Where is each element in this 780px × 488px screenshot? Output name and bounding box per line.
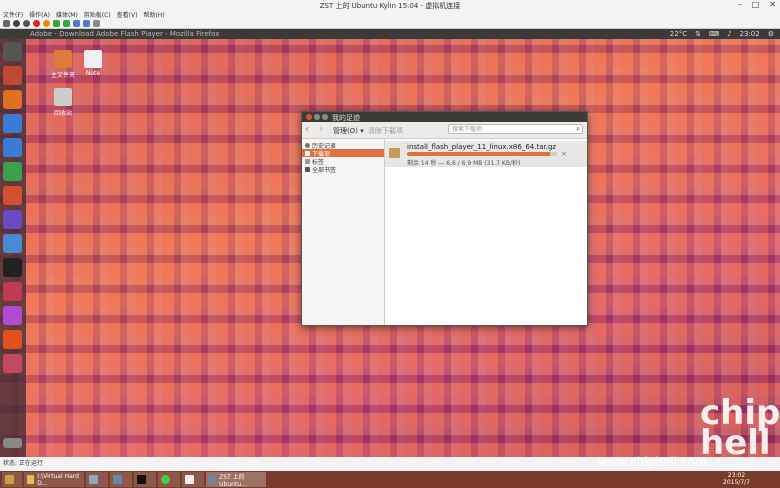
menu-view[interactable]: 查看(V)	[117, 10, 138, 19]
power-gear-icon[interactable]: ⚙	[768, 30, 774, 38]
volume-icon[interactable]: ♪	[727, 30, 731, 38]
manage-menu-button[interactable]: 管理(O) ▾	[333, 126, 364, 136]
dash-icon[interactable]	[3, 42, 22, 61]
active-app-title: Adobe - Download Adobe Flash Player - Mo…	[30, 30, 220, 38]
software-center-icon[interactable]	[3, 210, 22, 229]
messaging-icon[interactable]	[3, 234, 22, 253]
minimize-icon[interactable]: –	[738, 0, 742, 9]
vm-icon	[209, 475, 217, 484]
download-filename: install_flash_player_11_linux.x86_64.tar…	[407, 143, 557, 151]
menu-action[interactable]: 操作(A)	[29, 10, 50, 19]
start-button[interactable]	[2, 472, 22, 487]
back-arrow-icon[interactable]: ‹	[305, 125, 315, 135]
calc-icon[interactable]	[3, 162, 22, 181]
ubuntu-top-panel: Adobe - Download Adobe Flash Player - Mo…	[0, 29, 780, 39]
browser-icon[interactable]	[3, 114, 22, 133]
vm-status-text: 状态: 正在运行	[3, 460, 43, 467]
media-icon[interactable]	[3, 306, 22, 325]
minimize-icon[interactable]	[314, 114, 320, 120]
terminal-icon[interactable]	[3, 258, 22, 277]
enhanced-session-icon[interactable]	[93, 19, 100, 27]
ubuntu-launcher	[0, 39, 26, 457]
cmd-icon	[137, 475, 146, 484]
folder-icon	[27, 475, 35, 484]
maximize-icon[interactable]	[322, 114, 328, 120]
app-icon[interactable]	[3, 354, 22, 373]
library-sidebar: 历史记录 下载项 标签 全部书签	[302, 139, 385, 325]
weather-indicator[interactable]: 22°C	[670, 30, 687, 38]
hyperv-icon	[113, 475, 122, 484]
close-icon[interactable]	[306, 114, 312, 120]
revert-icon[interactable]	[83, 19, 90, 27]
computer-icon	[89, 475, 98, 484]
taskbar-item-hyperv[interactable]	[110, 472, 132, 487]
network-icon[interactable]: ⇅	[695, 30, 701, 38]
app-icon	[161, 475, 170, 484]
turnoff-icon[interactable]	[23, 19, 30, 27]
downloads-window: 我的足迹 ‹ › 管理(O) ▾ 清除下载项 搜索下载项 ⌕ 历史记录 下载项 …	[301, 111, 588, 326]
menu-help[interactable]: 帮助(H)	[143, 10, 164, 19]
pause-icon[interactable]	[53, 19, 60, 27]
menu-clipboard[interactable]: 剪贴板(C)	[84, 10, 111, 19]
desktop-icon-home[interactable]: 主文件夹	[48, 50, 78, 79]
taskbar-item-cmd[interactable]	[134, 472, 156, 487]
writer-icon[interactable]	[3, 138, 22, 157]
settings-icon[interactable]	[3, 282, 22, 301]
download-progress-fill	[407, 152, 550, 156]
close-icon[interactable]: ✕	[769, 0, 776, 9]
taskbar-item-vm[interactable]: ZST 上的 Ubuntu...	[206, 472, 266, 488]
host-toolbar	[0, 18, 780, 29]
download-icon	[305, 150, 310, 156]
tag-icon	[305, 158, 310, 164]
site-watermark: www.chiphell.com	[598, 455, 707, 469]
keyboard-icon[interactable]: ⌨	[709, 30, 719, 38]
sidebar-item-all-bookmarks[interactable]: 全部书签	[302, 165, 384, 174]
taskbar-item-explorer[interactable]	[86, 472, 108, 487]
window-title-bar: 我的足迹	[302, 112, 587, 122]
download-status: 剩余 14 秒 — 6.6 / 6.9 MB (31.7 KB/秒)	[407, 160, 521, 167]
list-item[interactable]: install_flash_player_11_linux.x86_64.tar…	[385, 141, 587, 167]
impress-icon[interactable]	[3, 186, 22, 205]
host-title-bar: ZST 上的 Ubuntu Kylin 15.04 - 虚拟机连接 – □ ✕	[0, 0, 780, 10]
cancel-download-icon[interactable]: ×	[561, 150, 567, 158]
menu-media[interactable]: 媒体(M)	[56, 10, 78, 19]
files-icon[interactable]	[3, 66, 22, 85]
maximize-icon[interactable]: □	[752, 0, 760, 9]
checkpoint-icon[interactable]	[73, 19, 80, 27]
document-icon	[84, 50, 102, 68]
taskbar-item-vhd[interactable]: I:\Virtual Hard D...	[24, 472, 84, 487]
archive-icon	[389, 148, 400, 158]
start-icon[interactable]	[13, 19, 20, 27]
search-downloads-input[interactable]: 搜索下载项 ⌕	[448, 124, 583, 134]
search-icon: ⌕	[576, 125, 580, 133]
forward-arrow-icon[interactable]: ›	[319, 125, 329, 135]
taskbar-item-doc[interactable]	[182, 472, 204, 487]
firefox-alt-icon[interactable]	[3, 330, 22, 349]
save-icon[interactable]	[43, 19, 50, 27]
ctrl-alt-del-icon[interactable]	[3, 19, 10, 27]
firefox-icon[interactable]	[3, 90, 22, 109]
taskbar-item-green[interactable]	[158, 472, 180, 487]
downloads-list: install_flash_player_11_linux.x86_64.tar…	[385, 139, 587, 325]
shutdown-icon[interactable]	[33, 19, 40, 27]
clear-downloads-button[interactable]: 清除下载项	[368, 126, 403, 136]
trash-launcher-icon[interactable]	[3, 438, 22, 448]
panel-clock[interactable]: 23:02	[740, 30, 760, 38]
start-icon	[5, 475, 14, 484]
trash-icon	[54, 88, 72, 106]
desktop-icon-trash[interactable]: 回收站	[48, 88, 78, 117]
windows-taskbar: I:\Virtual Hard D... ZST 上的 Ubuntu...	[0, 471, 780, 488]
bookmark-folder-icon	[305, 166, 310, 172]
clock-icon	[305, 142, 310, 148]
download-progress-bar	[407, 152, 557, 156]
taskbar-clock[interactable]: 23:02 2015/7/7	[723, 472, 750, 486]
window-toolbar: ‹ › 管理(O) ▾ 清除下载项 搜索下载项 ⌕	[302, 122, 587, 139]
host-menu-bar: 文件(F) 操作(A) 媒体(M) 剪贴板(C) 查看(V) 帮助(H)	[0, 10, 780, 19]
reset-icon[interactable]	[63, 19, 70, 27]
desktop-icon-note[interactable]: Note	[78, 50, 108, 77]
menu-file[interactable]: 文件(F)	[3, 10, 23, 19]
folder-icon	[54, 50, 72, 68]
chiphell-logo: chip hell	[700, 393, 780, 463]
document-icon	[185, 475, 194, 484]
